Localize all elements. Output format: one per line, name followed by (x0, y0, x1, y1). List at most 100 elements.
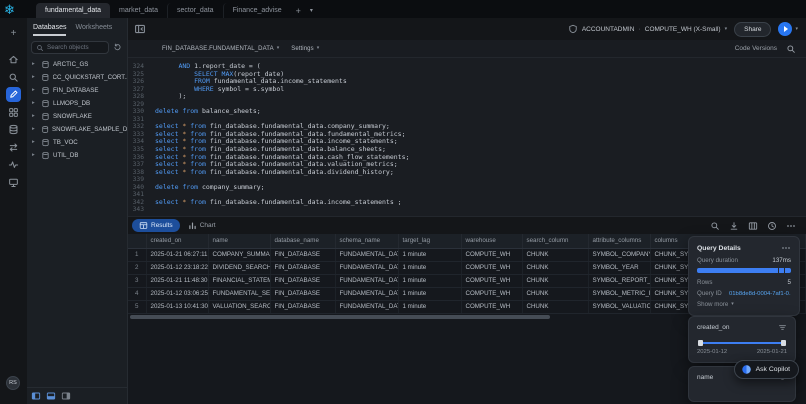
worksheet-tab[interactable]: market_data (110, 3, 167, 18)
database-tree-item[interactable]: ▸TB_VOC (27, 136, 127, 149)
result-cell: DIVIDEND_SEARCH_SE... (208, 261, 270, 274)
results-tab-button[interactable]: Results (132, 219, 180, 232)
new-worksheet-button[interactable]: + (291, 3, 306, 18)
clock-icon[interactable] (767, 221, 777, 231)
database-name: LLMOPS_DB (53, 100, 90, 107)
database-tree-item[interactable]: ▸ UTIL_DB (27, 149, 127, 162)
result-cell: 1 minute (398, 300, 461, 313)
download-icon[interactable] (729, 221, 739, 231)
editor-search-button[interactable] (786, 44, 796, 54)
toggle-bottom-panel-button[interactable] (46, 391, 56, 401)
column-header-name[interactable]: name (208, 234, 270, 248)
chart-label: Chart (200, 222, 216, 229)
worksheet-tabs-menu-button[interactable]: ▾ (306, 3, 317, 18)
chart-tab-button[interactable]: Chart (188, 221, 216, 230)
database-name: CC_QUICKSTART_CORT... (53, 74, 127, 81)
database-tree-item[interactable]: ▸SNOWFLAKE (27, 110, 127, 123)
result-cell: FINANCIAL_STATEMEN... (208, 274, 270, 287)
query-details-menu-button[interactable] (781, 243, 791, 253)
tab-databases[interactable]: Databases (33, 24, 66, 36)
snowflake-logo-icon[interactable]: ❄ (4, 2, 15, 18)
result-cell: COMPUTE_WH (461, 287, 522, 300)
row-number-header (128, 234, 146, 248)
run-options-button[interactable]: ▾ (795, 27, 798, 32)
expand-caret-icon[interactable]: ▸ (32, 123, 38, 136)
expand-caret-icon[interactable]: ▸ (32, 84, 38, 97)
rail-item-worksheets[interactable] (6, 87, 21, 102)
rail-item-home[interactable] (6, 52, 21, 67)
database-tree-item[interactable]: ▸SNOWFLAKE_SAMPLE_D... (27, 123, 127, 136)
object-search-box[interactable] (31, 41, 109, 54)
refresh-objects-button[interactable] (113, 43, 122, 52)
collapse-sidebar-button[interactable] (134, 23, 146, 35)
toggle-left-panel-button[interactable] (31, 391, 41, 401)
database-icon (41, 99, 50, 108)
settings-menu[interactable]: Settings ▾ (291, 46, 319, 52)
horizontal-scrollbar[interactable] (130, 315, 550, 319)
rail-item-dashboards[interactable] (6, 105, 21, 120)
result-cell: SYMBOL_VALUATION... (588, 300, 650, 313)
user-avatar[interactable]: RS (6, 376, 20, 390)
column-header-created_on[interactable]: created_on (146, 234, 208, 248)
database-tree-item[interactable]: ▸FIN_DATABASE (27, 84, 127, 97)
result-cell: FIN_DATABASE (270, 248, 335, 261)
worksheet-tab[interactable]: sector_data (167, 3, 223, 18)
toggle-right-panel-button[interactable] (61, 391, 71, 401)
row-number: 1 (128, 248, 146, 261)
database-tree-item[interactable]: ▸ LLMOPS_DB (27, 97, 127, 110)
expand-caret-icon[interactable]: ▸ (32, 97, 38, 110)
search-objects-input[interactable] (47, 44, 104, 51)
rail-item-activity[interactable] (6, 157, 21, 172)
rail-item-search[interactable] (6, 70, 21, 85)
slider-track[interactable] (699, 342, 785, 344)
rail-add-button[interactable]: + (11, 28, 17, 40)
expand-caret-icon[interactable]: ▸ (32, 149, 38, 162)
created-on-range-slider[interactable] (699, 340, 785, 346)
ask-copilot-button[interactable]: Ask Copilot (734, 360, 799, 379)
expand-caret-icon[interactable]: ▸ (32, 71, 38, 84)
column-header-warehouse[interactable]: warehouse (461, 234, 522, 248)
expand-caret-icon[interactable]: ▸ (32, 58, 38, 71)
copilot-icon (741, 364, 752, 375)
show-more-button[interactable]: Show more ▾ (697, 301, 791, 308)
result-cell: 1 minute (398, 248, 461, 261)
slider-handle-max[interactable] (781, 340, 786, 346)
worksheet-context-selector[interactable]: FIN_DATABASE.FUNDAMENTAL_DATA ▾ (162, 46, 279, 52)
result-cell: 2025-01-21 06:27:11 (146, 248, 208, 261)
column-header-database_name[interactable]: database_name (270, 234, 335, 248)
slider-handle-min[interactable] (698, 340, 703, 346)
column-header-target_lag[interactable]: target_lag (398, 234, 461, 248)
expand-caret-icon[interactable]: ▸ (32, 136, 38, 149)
database-tree-item[interactable]: ▸ CC_QUICKSTART_CORT... (27, 71, 127, 84)
column-header-search_column[interactable]: search_column (522, 234, 588, 248)
search-icon[interactable] (710, 221, 720, 231)
database-name: UTIL_DB (53, 152, 78, 159)
database-tree-item[interactable]: ▸ARCTIC_GS (27, 58, 127, 71)
result-cell: COMPANY_SUMMARY (208, 248, 270, 261)
range-max-label: 2025-01-21 (757, 349, 787, 355)
column-header-attribute_columns[interactable]: attribute_columns (588, 234, 650, 248)
share-button[interactable]: Share (734, 22, 771, 37)
kebab-icon[interactable] (786, 221, 796, 231)
columns-icon[interactable] (748, 221, 758, 231)
sql-code[interactable]: AND 1.report_date = ( SELECT MAX(report_… (148, 58, 806, 216)
tab-worksheets[interactable]: Worksheets (75, 24, 112, 36)
editor-tools: Code Versions (735, 44, 806, 54)
worksheet-tab[interactable]: fundamental_data (36, 3, 110, 18)
grid-icon (8, 107, 19, 118)
result-cell: 2025-01-12 23:18:22 (146, 261, 208, 274)
created-on-filter-options-button[interactable] (778, 323, 787, 332)
query-id-link[interactable]: 01b8de8d-0004-7af1-0... (729, 291, 791, 297)
rail-item-data[interactable] (6, 122, 21, 137)
role-warehouse-selector[interactable]: ACCOUNTADMIN · COMPUTE_WH (X-Small) ▾ (568, 24, 727, 34)
run-button[interactable] (778, 22, 792, 36)
result-cell: COMPUTE_WH (461, 274, 522, 287)
column-header-schema_name[interactable]: schema_name (335, 234, 398, 248)
code-versions-button[interactable]: Code Versions (735, 45, 777, 52)
expand-caret-icon[interactable]: ▸ (32, 110, 38, 123)
worksheet-tab[interactable]: Finance_advise (223, 3, 291, 18)
rail-item-marketplace[interactable] (6, 140, 21, 155)
chart-icon (188, 221, 197, 230)
sql-editor[interactable]: 3243253263273283293303313323333343353363… (128, 58, 806, 216)
rail-item-admin[interactable] (6, 175, 21, 190)
